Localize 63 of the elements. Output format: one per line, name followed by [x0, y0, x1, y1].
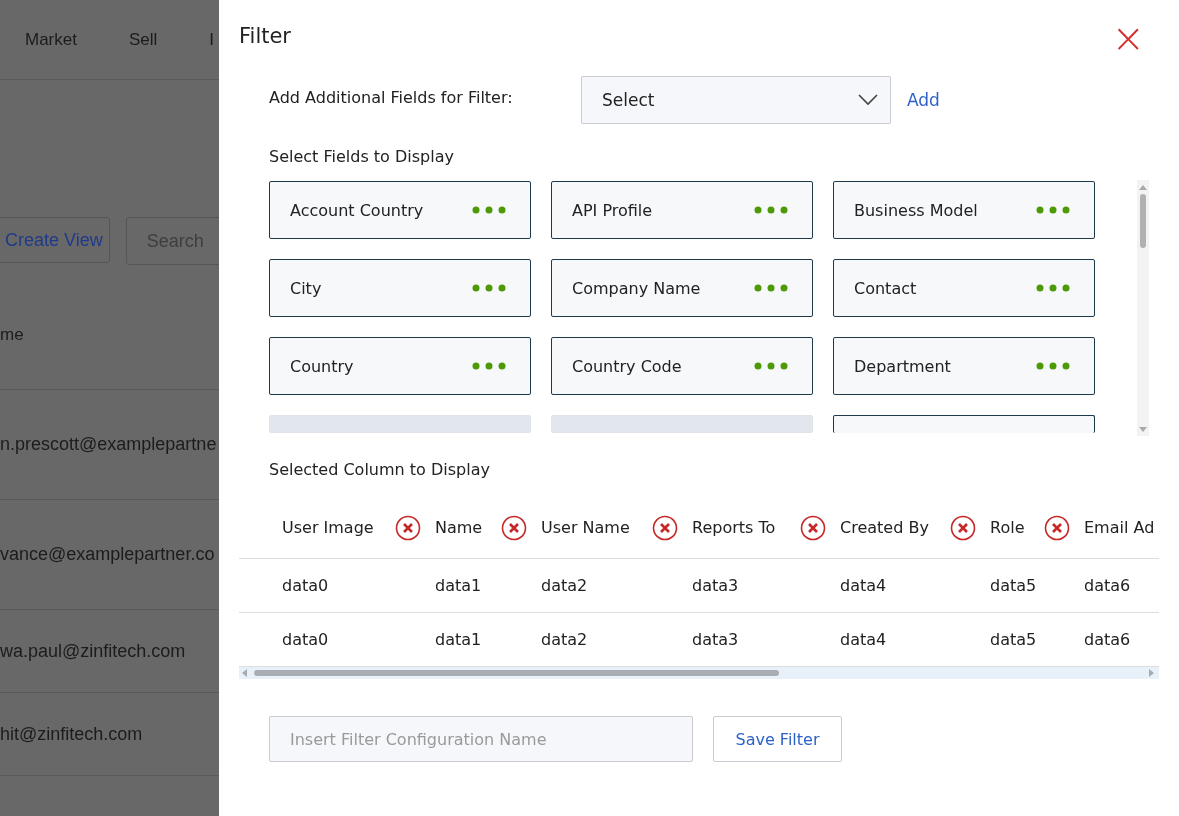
remove-icon[interactable]	[652, 514, 678, 541]
table-cell: wa.paul@zinfitech.com	[0, 640, 186, 662]
more-icon	[472, 362, 506, 370]
column-header: Email Ad	[1084, 518, 1155, 537]
field-card[interactable]: Company Name	[551, 259, 813, 317]
more-icon	[754, 284, 788, 292]
table-cell: data3	[692, 576, 739, 595]
close-button[interactable]: ×	[1111, 18, 1145, 58]
field-card[interactable]: Account Country	[269, 181, 531, 239]
table-cell: data6	[1084, 630, 1131, 649]
table-cell: data1	[435, 630, 482, 649]
field-card[interactable]: Country	[269, 337, 531, 395]
table-cell: data4	[840, 576, 887, 595]
more-icon	[1036, 362, 1070, 370]
remove-icon[interactable]	[950, 514, 976, 541]
column-header: Reports To	[692, 518, 776, 537]
field-card[interactable]	[833, 415, 1095, 433]
scrollbar[interactable]	[239, 667, 1159, 679]
column-header: Role	[990, 518, 1025, 537]
remove-icon[interactable]	[800, 514, 826, 541]
table-cell: data0	[282, 630, 329, 649]
more-icon	[754, 206, 788, 214]
table-cell: data5	[990, 630, 1037, 649]
field-card[interactable]: Department	[833, 337, 1095, 395]
remove-icon[interactable]	[395, 514, 421, 541]
field-label: Add Additional Fields for Filter:	[269, 87, 514, 107]
table-cell: data0	[282, 576, 329, 595]
remove-icon[interactable]	[1044, 514, 1070, 541]
field-card[interactable]: Country Code	[551, 337, 813, 395]
more-icon	[472, 284, 506, 292]
more-icon	[1036, 206, 1070, 214]
table-cell: data2	[541, 576, 588, 595]
configuration-name-field[interactable]: Insert Filter Configuration Name	[269, 716, 693, 762]
add-link[interactable]: Add	[907, 90, 940, 110]
section-heading: Selected Column to Display	[268, 460, 491, 479]
table-cell: data6	[1084, 576, 1131, 595]
remove-icon[interactable]	[501, 514, 527, 541]
column-header: User Image	[282, 518, 374, 537]
table-cell: data2	[541, 630, 588, 649]
field-card[interactable]: City	[269, 259, 531, 317]
more-icon	[754, 362, 788, 370]
field-card[interactable]: Business Model	[833, 181, 1095, 239]
table-cell: n.prescott@examplepartne	[0, 434, 217, 455]
save-filter-button[interactable]: Save Filter	[713, 716, 842, 762]
column-header: User Name	[541, 518, 630, 537]
table-cell: data4	[840, 630, 887, 649]
chevron-down-icon	[858, 94, 878, 106]
field-card[interactable]: Contact	[833, 259, 1095, 317]
panel-title: Filter	[239, 24, 291, 48]
table-cell: data3	[692, 630, 739, 649]
column-header: me	[0, 325, 24, 345]
select-dropdown[interactable]: Select	[581, 76, 891, 124]
table-cell: data5	[990, 576, 1037, 595]
column-header: Name	[435, 518, 483, 537]
more-icon	[1036, 284, 1070, 292]
scrollbar[interactable]	[1137, 180, 1149, 436]
table-cell: vance@examplepartner.co	[0, 544, 215, 565]
table-cell: hit@zinfitech.com	[0, 723, 143, 745]
table-cell: data1	[435, 576, 482, 595]
column-header: Created By	[840, 518, 929, 537]
section-heading: Select Fields to Display	[268, 147, 455, 166]
field-card[interactable]: API Profile	[551, 181, 813, 239]
more-icon	[472, 206, 506, 214]
